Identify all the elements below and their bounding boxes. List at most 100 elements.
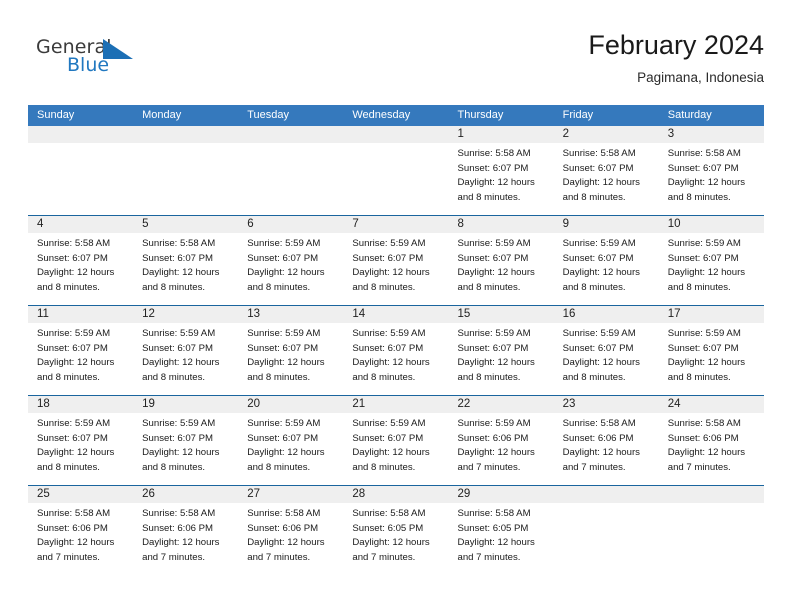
sunrise-text: Sunrise: 5:59 AM	[352, 418, 426, 429]
calendar-week-row: 18 19 20 21 22 23 24 Sunrise: 5:59 AM Sunset: 6:…	[28, 395, 764, 485]
day-cell[interactable]: Sunrise: 5:59 AM Sunset: 6:07 PM Daylight:…	[343, 413, 448, 485]
sunrise-text: Sunrise: 5:58 AM	[37, 508, 111, 519]
day-number[interactable]: 15	[449, 306, 554, 323]
day-cell[interactable]: Sunrise: 5:59 AM Sunset: 6:07 PM Daylight:…	[238, 413, 343, 485]
day-number[interactable]: 23	[554, 396, 659, 413]
calendar-week-row: 11 12 13 14 15 16 17 Sunrise: 5:59 AM Sunset: 6:…	[28, 305, 764, 395]
sunset-text: Sunset: 6:07 PM	[667, 252, 739, 264]
day-number[interactable]: 28	[343, 486, 448, 503]
day-number[interactable]: 1	[449, 126, 554, 143]
day-cell[interactable]: Sunrise: 5:59 AM Sunset: 6:07 PM Daylight:…	[343, 323, 448, 395]
daylight-text-cont: and 8 minutes.	[142, 461, 206, 473]
daylight-text: Daylight: 12 hours	[37, 267, 115, 279]
day-number[interactable]: 27	[238, 486, 343, 503]
day-cell[interactable]: Sunrise: 5:58 AM Sunset: 6:06 PM Daylight:…	[238, 503, 343, 575]
day-number[interactable]: 6	[238, 216, 343, 233]
sunset-text: Sunset: 6:07 PM	[562, 342, 634, 354]
day-number[interactable]: 24	[659, 396, 764, 413]
day-detail-row: Sunrise: 5:58 AM Sunset: 6:07 PM Daylight:…	[28, 233, 764, 305]
daylight-text: Daylight: 12 hours	[37, 357, 115, 369]
calendar-week-row: 25 26 27 28 29 Sunrise: 5:58 AM Sunset: 6:06 P…	[28, 485, 764, 575]
day-cell[interactable]: Sunrise: 5:58 AM Sunset: 6:05 PM Daylight:…	[343, 503, 448, 575]
day-number[interactable]: 29	[449, 486, 554, 503]
day-number[interactable]: 4	[28, 216, 133, 233]
day-cell[interactable]: Sunrise: 5:59 AM Sunset: 6:07 PM Daylight:…	[238, 323, 343, 395]
day-number-empty	[28, 126, 133, 143]
day-number[interactable]: 17	[659, 306, 764, 323]
daylight-text-cont: and 8 minutes.	[667, 371, 731, 383]
day-number[interactable]: 3	[659, 126, 764, 143]
daylight-text: Daylight: 12 hours	[247, 267, 325, 279]
sunset-text: Sunset: 6:07 PM	[142, 432, 214, 444]
day-number-empty	[238, 126, 343, 143]
daylight-text-cont: and 8 minutes.	[37, 371, 100, 383]
day-number[interactable]: 2	[554, 126, 659, 143]
day-number[interactable]: 10	[659, 216, 764, 233]
day-number[interactable]: 25	[28, 486, 133, 503]
day-cell[interactable]: Sunrise: 5:59 AM Sunset: 6:07 PM Daylight:…	[28, 413, 133, 485]
day-cell[interactable]: Sunrise: 5:58 AM Sunset: 6:07 PM Daylight:…	[449, 143, 554, 215]
daylight-text: Daylight: 12 hours	[352, 357, 430, 369]
day-cell[interactable]: Sunrise: 5:58 AM Sunset: 6:06 PM Daylight:…	[28, 503, 133, 575]
sunrise-text: Sunrise: 5:59 AM	[667, 238, 741, 249]
day-number[interactable]: 19	[133, 396, 238, 413]
day-cell[interactable]: Sunrise: 5:58 AM Sunset: 6:06 PM Daylight:…	[554, 413, 659, 485]
day-cell[interactable]: Sunrise: 5:59 AM Sunset: 6:07 PM Daylight:…	[238, 233, 343, 305]
day-cell[interactable]: Sunrise: 5:58 AM Sunset: 6:07 PM Daylight:…	[659, 143, 764, 215]
day-number[interactable]: 9	[554, 216, 659, 233]
day-number[interactable]: 11	[28, 306, 133, 323]
day-number-band: 123	[28, 126, 764, 143]
daylight-text: Daylight: 12 hours	[667, 267, 746, 279]
day-cell[interactable]: Sunrise: 5:59 AM Sunset: 6:07 PM Daylight:…	[28, 323, 133, 395]
sunset-text: Sunset: 6:05 PM	[457, 522, 529, 534]
day-cell[interactable]: Sunrise: 5:58 AM Sunset: 6:05 PM Daylight:…	[449, 503, 554, 575]
daylight-text-cont: and 8 minutes.	[352, 461, 416, 473]
day-cell[interactable]: Sunrise: 5:59 AM Sunset: 6:07 PM Daylight:…	[659, 323, 764, 395]
day-number[interactable]: 22	[449, 396, 554, 413]
day-number[interactable]: 5	[133, 216, 238, 233]
daylight-text-cont: and 8 minutes.	[667, 281, 731, 293]
weekday-header-friday: Friday	[562, 109, 594, 121]
day-number[interactable]: 18	[28, 396, 133, 413]
day-cell[interactable]: Sunrise: 5:59 AM Sunset: 6:07 PM Daylight:…	[554, 233, 659, 305]
day-cell[interactable]: Sunrise: 5:58 AM Sunset: 6:06 PM Daylight:…	[133, 503, 238, 575]
day-cell[interactable]: Sunrise: 5:59 AM Sunset: 6:07 PM Daylight:…	[554, 323, 659, 395]
daylight-text-cont: and 8 minutes.	[562, 371, 626, 383]
sunrise-text: Sunrise: 5:59 AM	[37, 418, 111, 429]
sunset-text: Sunset: 6:07 PM	[37, 252, 108, 264]
day-cell[interactable]: Sunrise: 5:58 AM Sunset: 6:07 PM Daylight:…	[133, 233, 238, 305]
day-number[interactable]: 26	[133, 486, 238, 503]
sunrise-text: Sunrise: 5:58 AM	[562, 148, 636, 159]
page-title: February 2024	[588, 30, 764, 60]
day-number[interactable]: 16	[554, 306, 659, 323]
daylight-text-cont: and 8 minutes.	[457, 191, 521, 203]
day-detail-row: Sunrise: 5:59 AM Sunset: 6:07 PM Daylight:…	[28, 323, 764, 395]
sunrise-text: Sunrise: 5:58 AM	[667, 148, 741, 159]
day-cell[interactable]: Sunrise: 5:59 AM Sunset: 6:07 PM Daylight:…	[133, 323, 238, 395]
day-number[interactable]: 13	[238, 306, 343, 323]
day-number-empty	[133, 126, 238, 143]
sunset-text: Sunset: 6:07 PM	[247, 432, 319, 444]
sunset-text: Sunset: 6:06 PM	[457, 432, 529, 444]
weekday-header-thursday: Thursday	[457, 109, 504, 121]
day-cell[interactable]: Sunrise: 5:58 AM Sunset: 6:07 PM Daylight:…	[554, 143, 659, 215]
day-cell[interactable]: Sunrise: 5:59 AM Sunset: 6:07 PM Daylight:…	[449, 233, 554, 305]
daylight-text: Daylight: 12 hours	[562, 447, 640, 459]
day-cell[interactable]: Sunrise: 5:59 AM Sunset: 6:07 PM Daylight:…	[133, 413, 238, 485]
day-number[interactable]: 21	[343, 396, 448, 413]
day-number[interactable]: 14	[343, 306, 448, 323]
daylight-text-cont: and 8 minutes.	[247, 281, 311, 293]
day-number[interactable]: 8	[449, 216, 554, 233]
sunset-text: Sunset: 6:07 PM	[142, 342, 214, 354]
day-cell[interactable]: Sunrise: 5:59 AM Sunset: 6:07 PM Daylight:…	[343, 233, 448, 305]
general-blue-logo: General Blue	[36, 36, 156, 82]
day-cell[interactable]: Sunrise: 5:59 AM Sunset: 6:07 PM Daylight:…	[449, 323, 554, 395]
day-cell[interactable]: Sunrise: 5:58 AM Sunset: 6:06 PM Daylight:…	[659, 413, 764, 485]
sunrise-text: Sunrise: 5:59 AM	[457, 238, 531, 249]
day-cell[interactable]: Sunrise: 5:59 AM Sunset: 6:06 PM Daylight:…	[449, 413, 554, 485]
day-number[interactable]: 7	[343, 216, 448, 233]
day-number[interactable]: 20	[238, 396, 343, 413]
day-number[interactable]: 12	[133, 306, 238, 323]
day-cell[interactable]: Sunrise: 5:58 AM Sunset: 6:07 PM Daylight:…	[28, 233, 133, 305]
day-cell[interactable]: Sunrise: 5:59 AM Sunset: 6:07 PM Daylight:…	[659, 233, 764, 305]
